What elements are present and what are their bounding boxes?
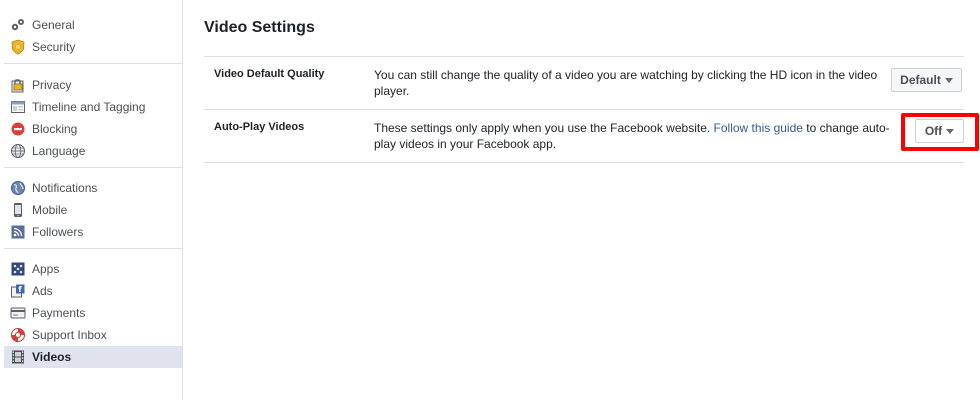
- page-title: Video Settings: [204, 19, 964, 57]
- sidebar-item-privacy[interactable]: Privacy: [4, 74, 182, 96]
- sidebar-item-language[interactable]: Language: [4, 140, 182, 162]
- sidebar-item-label: Payments: [32, 306, 86, 320]
- sidebar-item-label: Security: [32, 40, 76, 54]
- sidebar-item-label: Support Inbox: [32, 328, 107, 342]
- sidebar-item-security[interactable]: Security: [4, 36, 182, 58]
- sidebar-item-payments[interactable]: Payments: [4, 302, 182, 324]
- video-settings-panel: Video Settings Video Default Quality You…: [204, 0, 979, 163]
- sidebar-item-label: Mobile: [32, 203, 68, 217]
- sidebar-item-ads[interactable]: f Ads: [4, 280, 182, 302]
- follow-this-guide-link[interactable]: Follow this guide: [714, 121, 803, 135]
- setting-name: Auto-Play Videos: [214, 121, 305, 133]
- mobile-icon: [10, 202, 26, 218]
- chevron-down-icon: [946, 128, 955, 134]
- shield-icon: [10, 39, 26, 55]
- timeline-icon: [10, 99, 26, 115]
- video-quality-dropdown[interactable]: Default: [891, 68, 962, 92]
- lifebuoy-icon: [10, 327, 26, 343]
- sidebar-item-label: Privacy: [32, 78, 72, 92]
- dropdown-value: Default: [900, 73, 941, 87]
- lock-icon: [10, 77, 26, 93]
- svg-text:f: f: [18, 285, 22, 294]
- settings-sidebar: General Security Privacy Timeline and Ta…: [0, 0, 183, 400]
- credit-card-icon: [10, 305, 26, 321]
- gears-icon: [10, 17, 26, 33]
- setting-row-auto-play-videos: Auto-Play Videos These settings only app…: [204, 110, 979, 163]
- sidebar-group-notifications: Notifications Mobile Followers: [4, 168, 182, 249]
- sidebar-group-apps: Apps f Ads Payments Support Inbox Videos: [4, 249, 182, 373]
- setting-description: You can still change the quality of a vi…: [374, 68, 878, 98]
- globe-icon: [10, 143, 26, 159]
- sidebar-item-label: Followers: [32, 225, 84, 239]
- ads-icon: f: [10, 283, 26, 299]
- sidebar-item-label: Apps: [32, 262, 60, 276]
- setting-row-video-default-quality: Video Default Quality You can still chan…: [204, 57, 964, 110]
- sidebar-item-label: General: [32, 18, 75, 32]
- sidebar-item-apps[interactable]: Apps: [4, 258, 182, 280]
- sidebar-item-label: Ads: [32, 284, 53, 298]
- sidebar-item-videos[interactable]: Videos: [4, 346, 182, 368]
- description-text: These settings only apply when you use t…: [374, 121, 714, 135]
- sidebar-item-support-inbox[interactable]: Support Inbox: [4, 324, 182, 346]
- sidebar-item-timeline-and-tagging[interactable]: Timeline and Tagging: [4, 96, 182, 118]
- blocking-icon: [10, 121, 26, 137]
- sidebar-item-followers[interactable]: Followers: [4, 221, 182, 243]
- rss-icon: [10, 224, 26, 240]
- film-icon: [10, 349, 26, 365]
- dropdown-value: Off: [924, 124, 943, 138]
- chevron-down-icon: [944, 77, 953, 83]
- sidebar-item-mobile[interactable]: Mobile: [4, 199, 182, 221]
- sidebar-item-label: Notifications: [32, 181, 98, 195]
- sidebar-group-privacy: Privacy Timeline and Tagging Blocking La…: [4, 64, 182, 168]
- auto-play-dropdown[interactable]: Off: [915, 119, 964, 143]
- sidebar-item-blocking[interactable]: Blocking: [4, 118, 182, 140]
- sidebar-item-notifications[interactable]: Notifications: [4, 177, 182, 199]
- sidebar-item-label: Videos: [32, 350, 72, 364]
- sidebar-item-label: Blocking: [32, 122, 78, 136]
- apps-icon: [10, 261, 26, 277]
- setting-description: These settings only apply when you use t…: [374, 120, 894, 152]
- setting-name: Video Default Quality: [214, 68, 325, 80]
- sidebar-item-label: Timeline and Tagging: [32, 100, 146, 114]
- sidebar-item-general[interactable]: General: [4, 14, 182, 36]
- sidebar-group-account: General Security: [4, 0, 182, 64]
- notifications-globe-icon: [10, 180, 26, 196]
- sidebar-item-label: Language: [32, 144, 86, 158]
